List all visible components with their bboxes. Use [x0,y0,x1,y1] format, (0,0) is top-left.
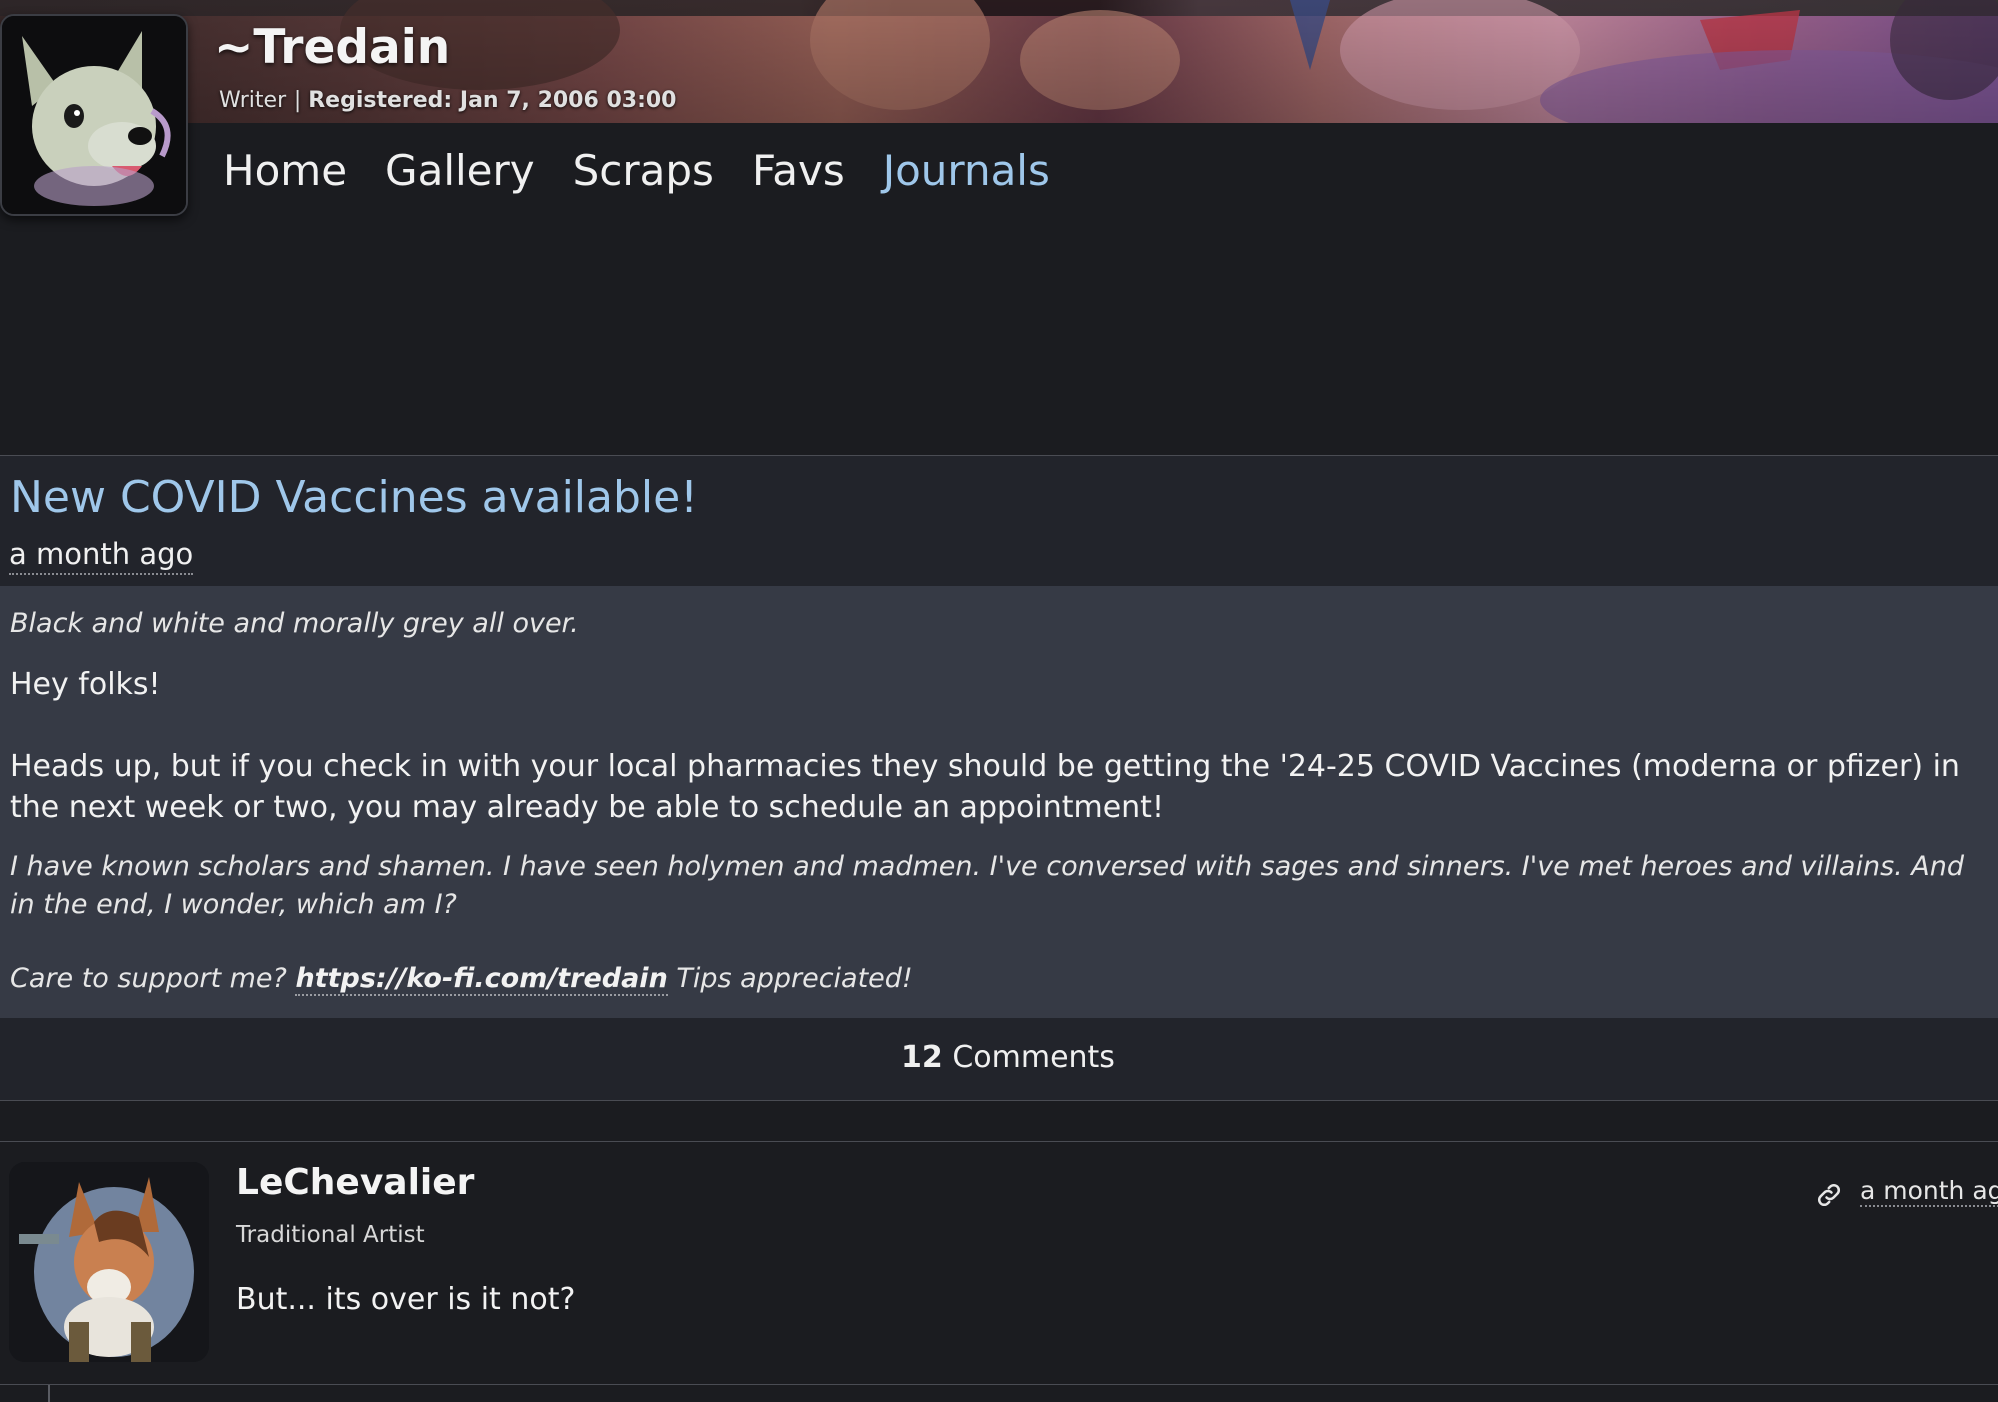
registered-label: Registered: [308,88,453,113]
support-suffix: Tips appreciated! [676,963,913,994]
profile-nav: Home Gallery Scraps Favs Journals [223,146,1050,195]
subtitle-separator: | [293,88,309,113]
comment-text: But... its over is it not? [236,1282,576,1317]
comments-count: 12 Comments [0,1040,1998,1075]
nav-favs[interactable]: Favs [752,146,845,195]
nav-scraps[interactable]: Scraps [573,146,714,195]
commenter-name[interactable]: LeChevalier [236,1162,474,1203]
comment-date[interactable]: a month ago [1860,1176,1998,1207]
journal-header-quote: Black and white and morally grey all ove… [10,608,579,639]
journal-title[interactable]: New COVID Vaccines available! [10,472,698,523]
comments-number: 12 [901,1040,943,1075]
divider [0,1100,1998,1101]
page: ~Tredain Writer | Registered: Jan 7, 200… [0,0,1998,1402]
profile-subtitle: Writer | Registered: Jan 7, 2006 03:00 [219,88,677,113]
divider [0,1384,1998,1385]
support-line: Care to support me? https://ko-fi.com/tr… [10,963,913,996]
profile-username: ~Tredain [214,20,451,75]
thread-line [48,1385,50,1402]
nav-journals[interactable]: Journals [883,146,1050,195]
divider [0,1141,1998,1142]
comments-label: Comments [952,1040,1115,1075]
link-icon[interactable] [1814,1180,1844,1210]
profile-role: Writer [219,88,287,113]
journal-paragraph: Heads up, but if you check in with your … [10,749,1960,825]
journal-date[interactable]: a month ago [9,537,194,575]
kofi-link[interactable]: https://ko-fi.com/tredain [295,963,668,996]
support-prefix: Care to support me? [10,963,287,994]
nav-gallery[interactable]: Gallery [385,146,535,195]
nav-home[interactable]: Home [223,146,347,195]
fox-avatar-icon [9,1162,209,1362]
profile-avatar[interactable] [0,14,188,216]
journal-footer-quote: I have known scholars and shamen. I have… [10,848,1985,924]
commenter-avatar[interactable] [9,1162,209,1362]
journal-content: Hey folks! Heads up, but if you check in… [10,664,1990,828]
wolf-avatar-icon [2,16,186,214]
journal-greeting: Hey folks! [10,667,161,702]
commenter-title: Traditional Artist [236,1222,425,1248]
journal-footer-quote-text: I have known scholars and shamen. I have… [10,851,1965,920]
registered-date: Jan 7, 2006 03:00 [459,88,677,113]
